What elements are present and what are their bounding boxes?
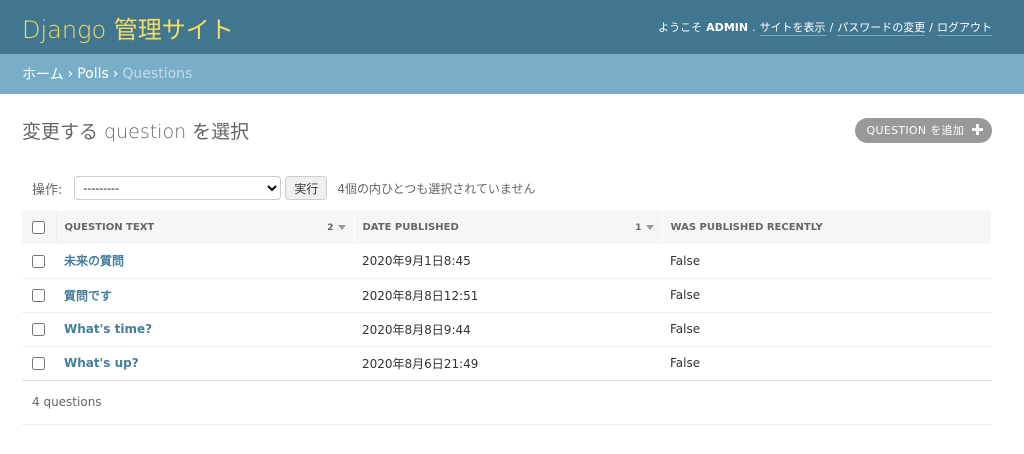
actions-bar: 操作: --------- 実行 4個の内ひとつも選択されていません xyxy=(22,168,992,208)
user-tools: ようこそ ADMIN. サイトを表示 / パスワードの変更 / ログアウト xyxy=(658,19,992,36)
was-published-recently-cell: False xyxy=(662,312,992,347)
content: 変更する question を選択 QUESTION を追加 ✚ 操作: ---… xyxy=(0,94,1024,425)
row-checkbox[interactable] xyxy=(32,254,45,268)
question-link[interactable]: What's up? xyxy=(64,356,139,370)
sort-indicator[interactable]: 2 xyxy=(327,222,346,233)
username: ADMIN xyxy=(706,20,749,34)
column-question-text[interactable]: Question text 2 xyxy=(56,211,355,244)
column-label: Question text xyxy=(64,222,155,233)
question-link[interactable]: 質問です xyxy=(64,289,112,303)
date-published-cell: 2020年9月1日8:45 xyxy=(354,244,662,279)
date-published-cell: 2020年8月8日12:51 xyxy=(354,278,662,313)
welcome-text: ようこそ xyxy=(658,21,703,34)
question-link[interactable]: 未来の質問 xyxy=(64,254,124,268)
result-list: Question text 2 Date published 1 xyxy=(22,211,992,381)
row-select-cell xyxy=(22,244,56,279)
breadcrumb-app[interactable]: Polls xyxy=(77,66,109,82)
add-question-button[interactable]: QUESTION を追加 ✚ xyxy=(854,117,992,143)
breadcrumb-home[interactable]: ホーム xyxy=(22,64,64,84)
actions-label: 操作: xyxy=(32,182,63,198)
date-published-cell: 2020年8月6日21:49 xyxy=(354,346,662,381)
plus-icon: ✚ xyxy=(971,120,984,139)
add-question-label: QUESTION を追加 xyxy=(866,124,965,137)
period: . xyxy=(752,20,756,34)
column-was-published-recently[interactable]: Was published recently xyxy=(662,211,992,244)
breadcrumb-arrow: › xyxy=(67,66,74,82)
date-published-cell: 2020年8月8日9:44 xyxy=(354,312,662,347)
action-select[interactable]: --------- xyxy=(74,176,282,200)
question-link[interactable]: What's time? xyxy=(64,322,152,336)
breadcrumb-arrow: › xyxy=(112,66,119,82)
selection-counter: 4個の内ひとつも選択されていません xyxy=(337,181,536,196)
row-select-cell xyxy=(22,312,56,347)
row-select-cell xyxy=(22,278,56,313)
question-text-cell: What's time? xyxy=(56,312,354,347)
sort-descending-icon xyxy=(337,225,346,230)
sort-priority: 2 xyxy=(327,222,334,233)
question-text-cell: 質問です xyxy=(56,278,354,313)
logout-link[interactable]: ログアウト xyxy=(937,19,992,36)
sort-priority: 1 xyxy=(635,222,642,233)
view-site-link[interactable]: サイトを表示 xyxy=(759,19,826,36)
select-all-checkbox[interactable] xyxy=(32,221,45,234)
header: Django 管理サイト ようこそ ADMIN. サイトを表示 / パスワードの… xyxy=(0,0,1024,54)
row-checkbox[interactable] xyxy=(32,357,45,370)
column-date-published[interactable]: Date published 1 xyxy=(354,211,663,244)
change-password-link[interactable]: パスワードの変更 xyxy=(837,19,926,36)
paginator: 4 questions xyxy=(22,381,992,425)
row-checkbox[interactable] xyxy=(32,323,45,336)
go-button[interactable]: 実行 xyxy=(285,176,328,200)
row-checkbox[interactable] xyxy=(32,289,45,302)
site-branding[interactable]: Django 管理サイト xyxy=(22,10,234,45)
sort-indicator[interactable]: 1 xyxy=(635,222,654,233)
table-row: 未来の質問 2020年9月1日8:45 False xyxy=(22,244,992,279)
page-title: 変更する question を選択 xyxy=(22,120,250,143)
column-label: Date published xyxy=(362,222,459,233)
was-published-recently-cell: False xyxy=(662,346,992,381)
was-published-recently-cell: False xyxy=(662,244,992,279)
table-row: What's up? 2020年8月6日21:49 False xyxy=(22,346,992,381)
separator: / xyxy=(929,20,933,34)
select-all-header xyxy=(22,211,57,244)
question-text-cell: What's up? xyxy=(56,346,354,381)
table-row: What's time? 2020年8月8日9:44 False xyxy=(22,312,992,347)
title-row: 変更する question を選択 QUESTION を追加 ✚ xyxy=(22,94,992,166)
breadcrumb: ホーム › Polls › Questions xyxy=(0,54,1024,94)
separator: / xyxy=(829,20,834,34)
column-label: Was published recently xyxy=(670,222,823,233)
question-text-cell: 未来の質問 xyxy=(56,244,354,279)
breadcrumb-current: Questions xyxy=(122,66,193,82)
sort-descending-icon xyxy=(645,225,654,230)
was-published-recently-cell: False xyxy=(662,278,992,313)
table-row: 質問です 2020年8月8日12:51 False xyxy=(22,278,992,313)
row-select-cell xyxy=(22,346,56,381)
